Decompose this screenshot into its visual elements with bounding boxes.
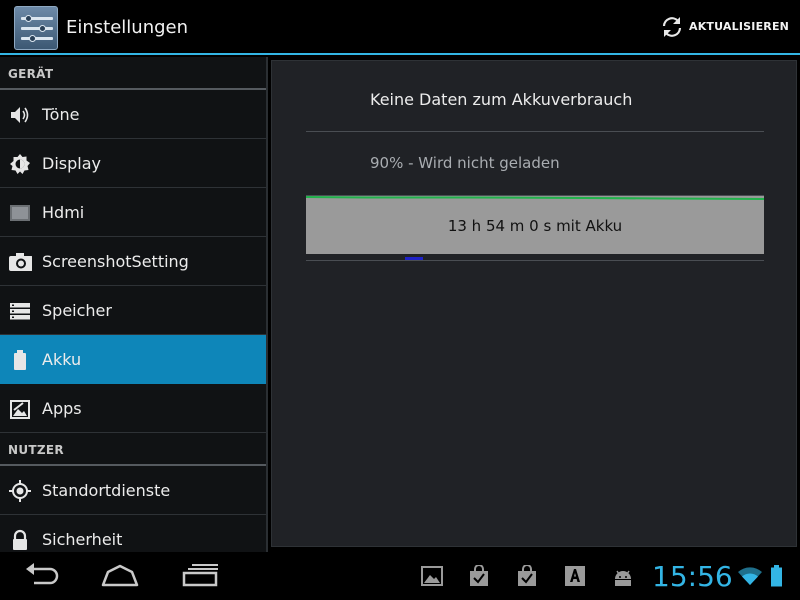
sidebar-item-label: Akku bbox=[42, 350, 82, 369]
sidebar-item-sicherheit[interactable]: Sicherheit bbox=[0, 515, 266, 552]
sidebar-item-screenshotsetting[interactable]: ScreenshotSetting bbox=[0, 237, 266, 286]
sidebar-item-standortdienste[interactable]: Standortdienste bbox=[0, 466, 266, 515]
sidebar-item-label: Sicherheit bbox=[42, 530, 123, 549]
no-usage-data-text: Keine Daten zum Akkuverbrauch bbox=[370, 90, 633, 109]
sidebar-item-label: ScreenshotSetting bbox=[42, 252, 189, 271]
sidebar-item-speicher[interactable]: Speicher bbox=[0, 286, 266, 335]
apps-icon bbox=[10, 400, 30, 419]
divider bbox=[306, 131, 764, 132]
section-header-nutzer: NUTZER bbox=[0, 433, 266, 466]
charging-indicator-mark bbox=[405, 257, 423, 260]
location-icon bbox=[9, 480, 31, 502]
battery-status-text[interactable]: 90% - Wird nicht geladen bbox=[370, 154, 560, 172]
sidebar-item-toene[interactable]: Töne bbox=[0, 90, 266, 139]
lock-icon bbox=[13, 529, 27, 550]
play-store-icon[interactable] bbox=[468, 565, 490, 587]
sidebar-item-apps[interactable]: Apps bbox=[0, 384, 266, 433]
sidebar-item-label: Standortdienste bbox=[42, 481, 171, 500]
sidebar-item-display[interactable]: Display bbox=[0, 139, 266, 188]
play-store-icon[interactable] bbox=[516, 565, 538, 587]
speaker-icon bbox=[11, 107, 29, 123]
sidebar-item-label: Display bbox=[42, 154, 101, 173]
refresh-icon bbox=[662, 17, 682, 37]
font-app-icon[interactable] bbox=[564, 565, 586, 587]
action-bar: Einstellungen AKTUALISIEREN bbox=[0, 0, 800, 55]
sidebar-item-label: Hdmi bbox=[42, 203, 85, 222]
refresh-button[interactable]: AKTUALISIEREN bbox=[660, 0, 800, 55]
gallery-icon[interactable] bbox=[421, 565, 443, 587]
battery-panel: Keine Daten zum Akkuverbrauch 90% - Wird… bbox=[271, 60, 797, 547]
settings-list[interactable]: GERÄT Töne Display Hdmi ScreenshotSettin… bbox=[0, 57, 266, 552]
battery-time-label: 13 h 54 m 0 s mit Akku bbox=[447, 217, 623, 235]
hdmi-icon bbox=[10, 205, 30, 221]
sidebar-item-label: Speicher bbox=[42, 301, 112, 320]
battery-detail-pane: Keine Daten zum Akkuverbrauch 90% - Wird… bbox=[268, 57, 800, 552]
app-title: Einstellungen bbox=[66, 17, 189, 38]
settings-app-icon[interactable] bbox=[14, 6, 58, 50]
sidebar-item-label: Apps bbox=[42, 399, 82, 418]
storage-icon bbox=[10, 303, 30, 320]
sidebar-item-label: Töne bbox=[42, 105, 80, 124]
divider bbox=[306, 260, 764, 261]
section-header-geraet: GERÄT bbox=[0, 57, 266, 90]
sidebar-item-akku[interactable]: Akku bbox=[0, 335, 266, 384]
clock[interactable]: 15:56 bbox=[652, 560, 733, 593]
back-icon[interactable] bbox=[22, 563, 60, 587]
system-bar: 15:56 bbox=[0, 552, 800, 600]
brightness-icon bbox=[10, 154, 30, 174]
battery-history-graph[interactable]: 13 h 54 m 0 s mit Akku bbox=[306, 196, 764, 254]
battery-status-icon bbox=[771, 565, 782, 587]
home-icon[interactable] bbox=[100, 563, 140, 587]
battery-icon bbox=[14, 350, 26, 370]
wifi-icon bbox=[738, 567, 762, 585]
battery-level-line bbox=[306, 196, 764, 200]
camera-icon bbox=[9, 253, 32, 271]
recent-apps-icon[interactable] bbox=[182, 563, 220, 587]
sidebar-item-hdmi[interactable]: Hdmi bbox=[0, 188, 266, 237]
refresh-label: AKTUALISIEREN bbox=[689, 20, 790, 33]
android-icon[interactable] bbox=[611, 565, 635, 587]
